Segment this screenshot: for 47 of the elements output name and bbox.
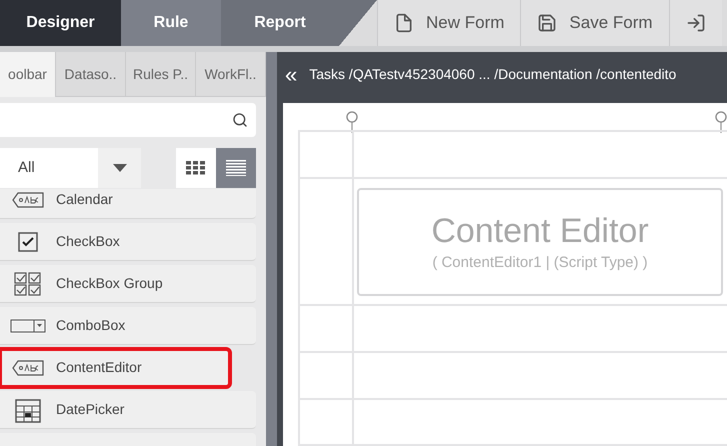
export-icon [686,13,706,33]
tag-icon [12,360,44,376]
widget-subtitle: ( ContentEditor1 | (Script Type) ) [432,253,648,273]
search-field[interactable] [0,103,256,137]
control-list-item[interactable]: DatePicker [0,391,256,429]
save-icon [537,13,558,33]
panel-tab[interactable]: Dataso.. [56,52,126,97]
caret-icon [112,164,126,172]
filter-value: All [17,158,36,178]
toolbar-button[interactable]: New Form [377,0,520,46]
control-list-item[interactable]: ComboBox [0,307,256,345]
widget-title: Content Editor [431,210,649,252]
panel-tab[interactable]: WorkFl.. [196,52,266,97]
list-icon [226,160,246,176]
panel-tab[interactable]: Rules P.. [126,52,196,97]
toolbar-button[interactable] [668,0,722,46]
checkbox-icon [18,232,38,252]
control-label: Calendar [56,190,113,209]
control-list-item[interactable]: ContentEditor [0,349,230,387]
control-label: CheckBox Group [56,274,163,293]
collapse-button[interactable]: « [285,64,298,86]
control-label: ComboBox [56,316,126,335]
control-label: DatePicker [56,400,124,419]
control-list-item[interactable]: Calendar [0,189,256,219]
panel-tab[interactable]: oolbar [0,52,56,97]
grid-view-button[interactable] [176,148,216,188]
column-handle-icon [346,111,358,133]
calendar-icon [15,396,41,422]
document-icon [394,13,414,33]
top-tab[interactable]: Rule [121,0,221,46]
control-list-item[interactable]: CheckBox Group [0,265,256,303]
tag-icon [12,192,44,208]
tab-corner [339,0,377,46]
control-label: CheckBox [56,232,120,251]
combobox-icon [10,318,46,332]
breadcrumb-path: Tasks /QATestv452304060 ... /Documentation /contentedito [309,65,676,84]
search-icon [232,112,248,128]
grid-icon [186,161,206,175]
toolbar-button[interactable]: Save Form [520,0,669,46]
list-view-button[interactable] [216,148,256,188]
column-handle-icon [715,111,727,133]
control-label: ContentEditor [56,358,142,377]
control-list-item[interactable]: CheckBox [0,223,256,261]
top-tab[interactable]: Designer [0,0,121,46]
top-tab[interactable]: Report [221,0,339,46]
checkbox-group-icon [14,272,42,296]
filter-dropdown[interactable]: All [0,148,141,188]
